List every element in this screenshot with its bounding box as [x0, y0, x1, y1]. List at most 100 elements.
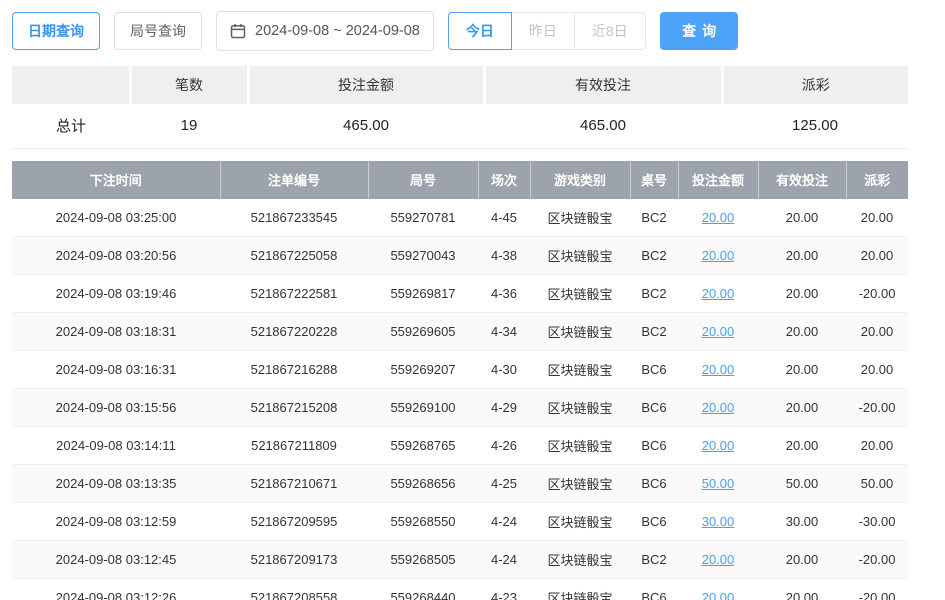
round-id-cell: 559268550 [368, 503, 478, 541]
round-query-button[interactable]: 局号查询 [114, 12, 202, 50]
game-type-cell: 区块链骰宝 [530, 351, 630, 389]
bet-amount-link[interactable]: 20.00 [702, 324, 735, 339]
bet-amount-cell: 20.00 [678, 237, 758, 275]
table-row: 2024-09-08 03:12:59521867209595559268550… [12, 503, 908, 541]
bet-amount-link[interactable]: 20.00 [702, 210, 735, 225]
table-no-cell: BC6 [630, 579, 678, 600]
payout-cell: -20.00 [846, 389, 908, 427]
table-no-cell: BC6 [630, 427, 678, 465]
valid-bet-cell: 20.00 [758, 237, 846, 275]
summary-header-payout: 派彩 [722, 66, 908, 104]
session-cell: 4-25 [478, 465, 530, 503]
session-cell: 4-23 [478, 579, 530, 600]
bet-time-cell: 2024-09-08 03:16:31 [12, 351, 220, 389]
order-id-cell: 521867215208 [220, 389, 368, 427]
bet-amount-cell: 20.00 [678, 579, 758, 600]
table-row: 2024-09-08 03:19:46521867222581559269817… [12, 275, 908, 313]
summary-bet-amount-value: 465.00 [248, 104, 484, 148]
summary-total-label: 总计 [12, 104, 130, 148]
header-payout: 派彩 [846, 161, 908, 199]
today-button[interactable]: 今日 [448, 12, 512, 50]
order-id-cell: 521867225058 [220, 237, 368, 275]
valid-bet-cell: 20.00 [758, 351, 846, 389]
table-row: 2024-09-08 03:20:56521867225058559270043… [12, 237, 908, 275]
summary-header-bet-amount: 投注金额 [248, 66, 484, 104]
calendar-icon [230, 23, 246, 39]
payout-cell: 20.00 [846, 237, 908, 275]
payout-cell: 50.00 [846, 465, 908, 503]
table-no-cell: BC6 [630, 503, 678, 541]
table-no-cell: BC6 [630, 351, 678, 389]
bet-amount-cell: 20.00 [678, 541, 758, 579]
game-type-cell: 区块链骰宝 [530, 465, 630, 503]
search-button[interactable]: 查询 [660, 12, 738, 50]
bet-amount-link[interactable]: 20.00 [702, 286, 735, 301]
payout-cell: 20.00 [846, 427, 908, 465]
bet-amount-link[interactable]: 20.00 [702, 248, 735, 263]
bet-amount-cell: 50.00 [678, 465, 758, 503]
table-row: 2024-09-08 03:15:56521867215208559269100… [12, 389, 908, 427]
payout-cell: -30.00 [846, 503, 908, 541]
header-game-type: 游戏类别 [530, 161, 630, 199]
header-session: 场次 [478, 161, 530, 199]
round-id-cell: 559269100 [368, 389, 478, 427]
valid-bet-cell: 20.00 [758, 579, 846, 600]
bet-time-cell: 2024-09-08 03:12:45 [12, 541, 220, 579]
table-row: 2024-09-08 03:12:45521867209173559268505… [12, 541, 908, 579]
yesterday-button[interactable]: 昨日 [511, 12, 575, 50]
bet-amount-link[interactable]: 50.00 [702, 476, 735, 491]
header-round-id: 局号 [368, 161, 478, 199]
table-no-cell: BC2 [630, 541, 678, 579]
bet-time-cell: 2024-09-08 03:15:56 [12, 389, 220, 427]
bet-time-cell: 2024-09-08 03:19:46 [12, 275, 220, 313]
bet-history-page: 日期查询 局号查询 2024-09-08 ~ 2024-09-08 今日 昨日 … [0, 0, 945, 600]
payout-cell: -20.00 [846, 579, 908, 600]
payout-cell: 20.00 [846, 313, 908, 351]
bet-amount-link[interactable]: 20.00 [702, 590, 735, 600]
valid-bet-cell: 20.00 [758, 541, 846, 579]
game-type-cell: 区块链骰宝 [530, 427, 630, 465]
header-valid-bet: 有效投注 [758, 161, 846, 199]
last-8-days-button[interactable]: 近8日 [574, 12, 646, 50]
bet-amount-link[interactable]: 20.00 [702, 362, 735, 377]
bet-amount-cell: 30.00 [678, 503, 758, 541]
round-id-cell: 559268656 [368, 465, 478, 503]
game-type-cell: 区块链骰宝 [530, 313, 630, 351]
order-id-cell: 521867222581 [220, 275, 368, 313]
table-row: 2024-09-08 03:13:35521867210671559268656… [12, 465, 908, 503]
round-id-cell: 559268505 [368, 541, 478, 579]
game-type-cell: 区块链骰宝 [530, 503, 630, 541]
summary-table: 笔数 投注金额 有效投注 派彩 总计 19 465.00 465.00 125.… [12, 66, 908, 149]
bet-time-cell: 2024-09-08 03:14:11 [12, 427, 220, 465]
order-id-cell: 521867210671 [220, 465, 368, 503]
table-row: 2024-09-08 03:14:11521867211809559268765… [12, 427, 908, 465]
header-bet-amount: 投注金额 [678, 161, 758, 199]
payout-cell: 20.00 [846, 351, 908, 389]
bet-time-cell: 2024-09-08 03:18:31 [12, 313, 220, 351]
date-range-input[interactable]: 2024-09-08 ~ 2024-09-08 [216, 11, 434, 51]
bet-amount-cell: 20.00 [678, 313, 758, 351]
game-type-cell: 区块链骰宝 [530, 237, 630, 275]
bet-amount-link[interactable]: 20.00 [702, 400, 735, 415]
round-id-cell: 559269817 [368, 275, 478, 313]
bet-table: 下注时间 注单编号 局号 场次 游戏类别 桌号 投注金额 有效投注 派彩 202… [12, 161, 908, 600]
payout-cell: -20.00 [846, 541, 908, 579]
valid-bet-cell: 20.00 [758, 275, 846, 313]
bet-table-header-row: 下注时间 注单编号 局号 场次 游戏类别 桌号 投注金额 有效投注 派彩 [12, 161, 908, 199]
bet-time-cell: 2024-09-08 03:20:56 [12, 237, 220, 275]
session-cell: 4-38 [478, 237, 530, 275]
bet-amount-link[interactable]: 20.00 [702, 552, 735, 567]
quick-date-group: 今日 昨日 近8日 [448, 12, 646, 50]
bet-table-body: 2024-09-08 03:25:00521867233545559270781… [12, 199, 908, 600]
bet-amount-link[interactable]: 20.00 [702, 438, 735, 453]
table-row: 2024-09-08 03:18:31521867220228559269605… [12, 313, 908, 351]
round-id-cell: 559268440 [368, 579, 478, 600]
valid-bet-cell: 30.00 [758, 503, 846, 541]
order-id-cell: 521867209173 [220, 541, 368, 579]
game-type-cell: 区块链骰宝 [530, 199, 630, 237]
valid-bet-cell: 20.00 [758, 313, 846, 351]
date-query-button[interactable]: 日期查询 [12, 12, 100, 50]
bet-amount-cell: 20.00 [678, 275, 758, 313]
table-no-cell: BC2 [630, 313, 678, 351]
bet-amount-link[interactable]: 30.00 [702, 514, 735, 529]
